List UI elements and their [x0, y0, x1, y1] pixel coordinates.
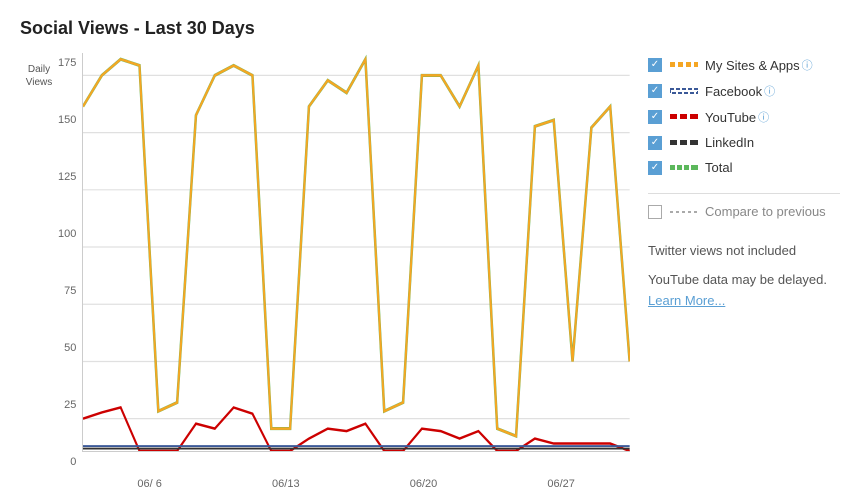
y-tick-75: 75 [64, 285, 76, 297]
legend-item-facebook[interactable]: Facebook ⓘ [648, 83, 840, 99]
legend-icon-total [670, 161, 698, 175]
x-labels: 06/ 6 06/13 06/20 06/27 [82, 478, 630, 490]
y-tick-150: 150 [58, 114, 76, 126]
legend-icon-facebook [670, 84, 698, 98]
y-tick-50: 50 [64, 342, 76, 354]
page-title: Social Views - Last 30 Days [20, 18, 840, 39]
legend-checkbox-total[interactable] [648, 161, 662, 175]
y-tick-175: 175 [58, 57, 76, 69]
legend-checkbox-facebook[interactable] [648, 84, 662, 98]
compare-section[interactable]: Compare to previous [648, 204, 840, 219]
legend-item-youtube[interactable]: YouTube ⓘ [648, 109, 840, 125]
youtube-note: YouTube data may be delayed. Learn More.… [648, 270, 840, 312]
main-container: Social Views - Last 30 Days DailyViews 1… [0, 0, 860, 500]
twitter-note: Twitter views not included [648, 241, 840, 262]
compare-label: Compare to previous [705, 204, 826, 219]
x-label-3: 06/27 [547, 478, 575, 490]
footer-notes: Twitter views not included YouTube data … [648, 241, 840, 311]
y-tick-100: 100 [58, 228, 76, 240]
legend-info-my-sites[interactable]: ⓘ [802, 57, 813, 73]
y-tick-25: 25 [64, 399, 76, 411]
legend-divider [648, 193, 840, 194]
chart-wrapper: 175 150 125 100 75 50 25 0 [58, 53, 630, 490]
legend-label-my-sites: My Sites & Apps [705, 58, 800, 73]
y-ticks: 175 150 125 100 75 50 25 0 [58, 53, 82, 490]
legend-icon-youtube [670, 110, 698, 124]
chart-area: DailyViews 175 150 125 100 75 50 25 0 [20, 53, 840, 490]
chart-canvas [82, 53, 630, 452]
legend-info-youtube[interactable]: ⓘ [758, 109, 769, 125]
legend-checkbox-my-sites[interactable] [648, 58, 662, 72]
learn-more-link[interactable]: Learn More... [648, 293, 725, 308]
legend-item-linkedin[interactable]: LinkedIn [648, 135, 840, 150]
y-axis-label: DailyViews [20, 63, 58, 89]
legend-label-total: Total [705, 160, 732, 175]
chart-svg [83, 53, 630, 451]
legend-item-my-sites[interactable]: My Sites & Apps ⓘ [648, 57, 840, 73]
legend-checkbox-youtube[interactable] [648, 110, 662, 124]
legend-info-facebook[interactable]: ⓘ [764, 83, 775, 99]
legend-item-total[interactable]: Total [648, 160, 840, 175]
compare-checkbox[interactable] [648, 205, 662, 219]
y-tick-125: 125 [58, 171, 76, 183]
x-label-2: 06/20 [410, 478, 438, 490]
legend-icon-my-sites [670, 58, 698, 72]
legend-label-linkedin: LinkedIn [705, 135, 754, 150]
y-tick-0: 0 [70, 456, 76, 468]
legend-checkbox-linkedin[interactable] [648, 136, 662, 150]
legend-label-youtube: YouTube [705, 110, 756, 125]
legend-label-facebook: Facebook [705, 84, 762, 99]
legend-icon-linkedin [670, 136, 698, 150]
graph-section: DailyViews 175 150 125 100 75 50 25 0 [20, 53, 630, 490]
x-label-0: 06/ 6 [137, 478, 161, 490]
legend-section: My Sites & Apps ⓘ Facebook ⓘ [630, 53, 840, 490]
compare-icon [670, 205, 698, 219]
x-label-1: 06/13 [272, 478, 300, 490]
